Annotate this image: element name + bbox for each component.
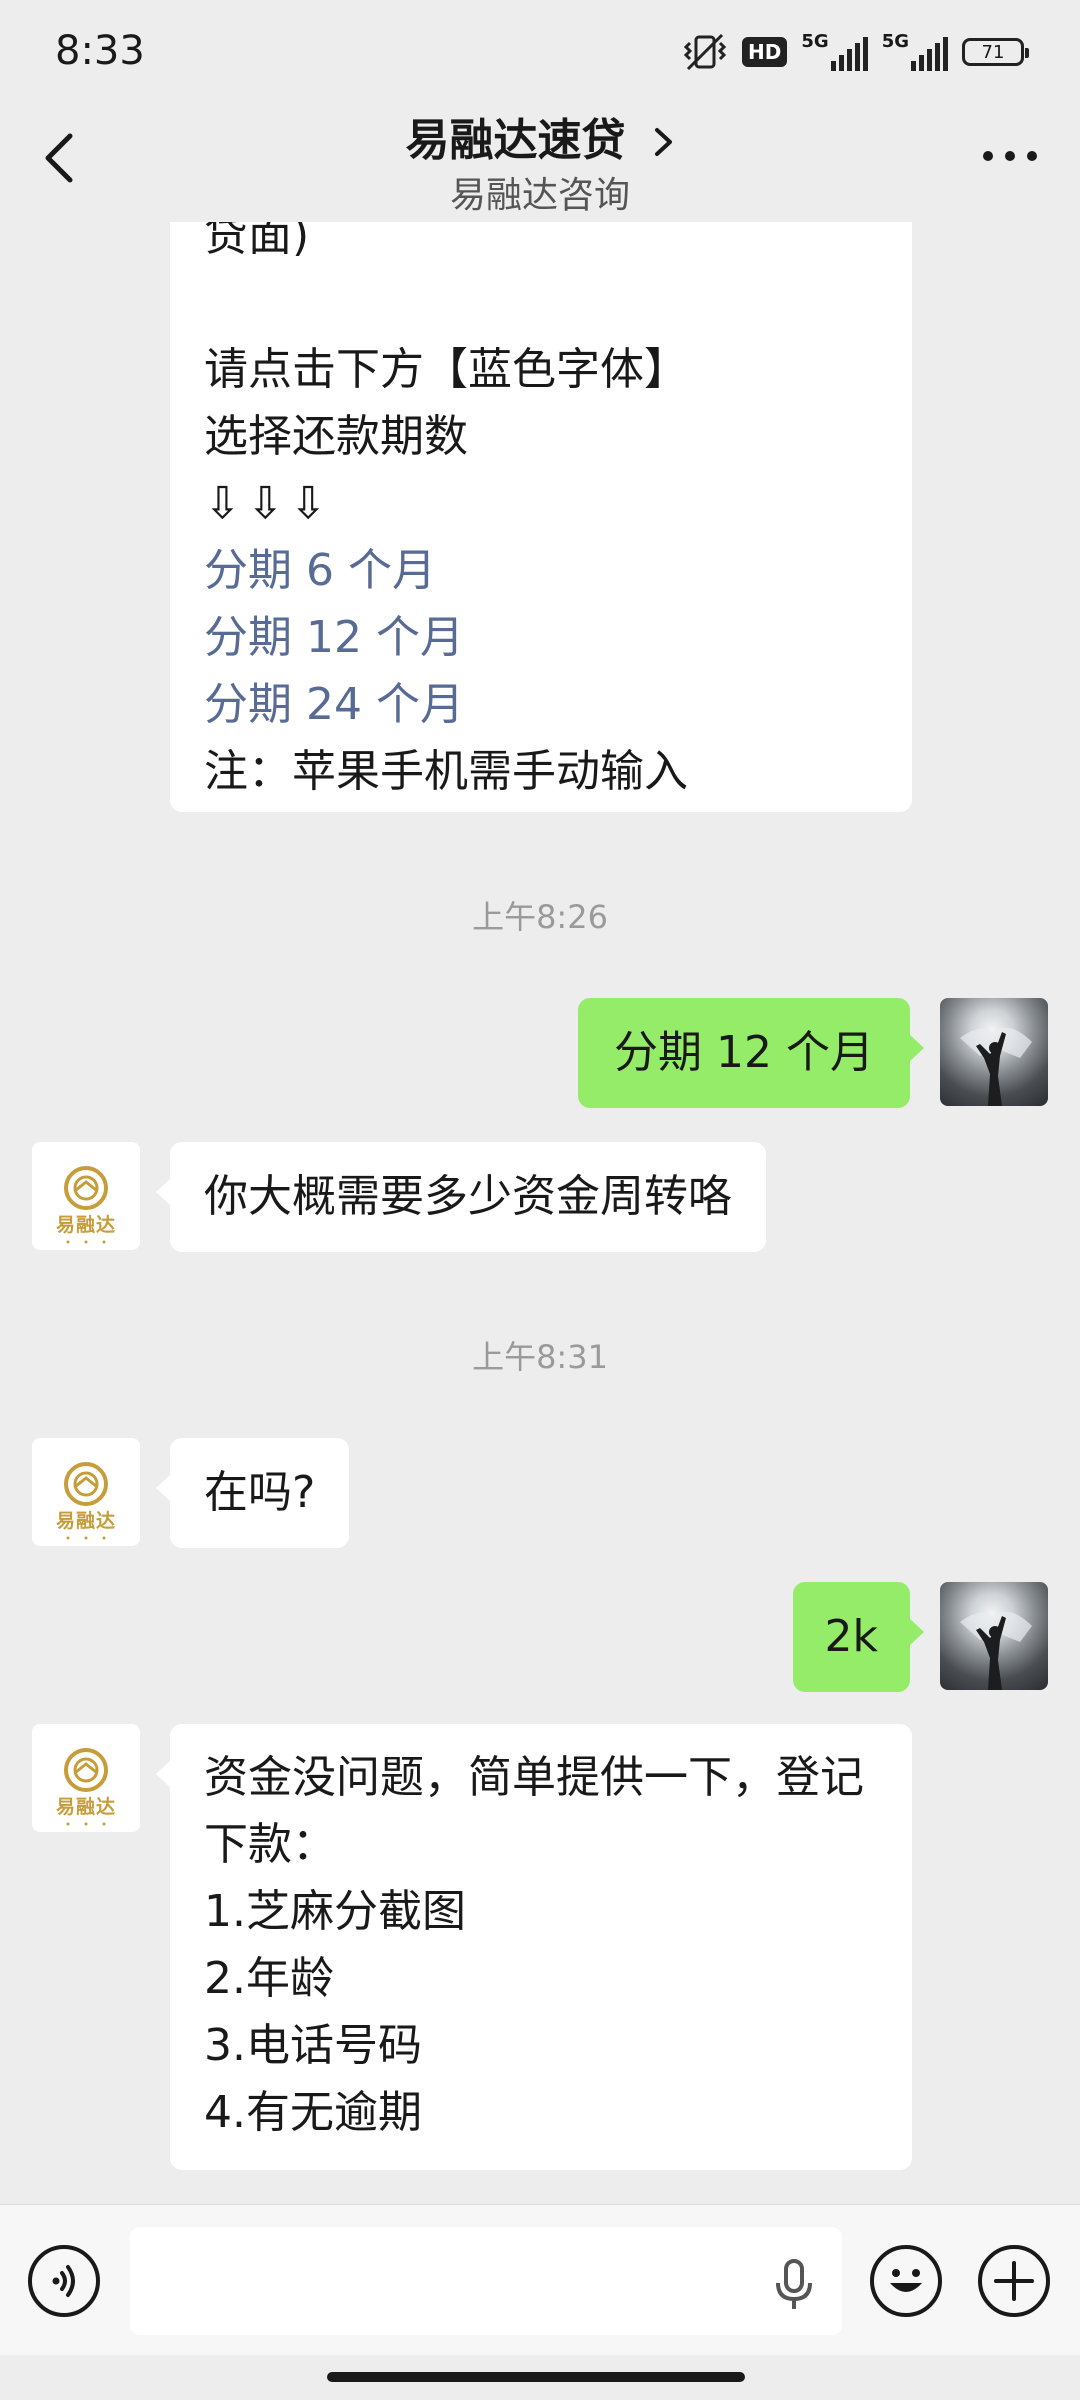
message-text: 在吗? (204, 1467, 316, 1518)
arrow-down-icons: ⇩⇩⇩ (204, 478, 333, 529)
message-bubble-incoming[interactable]: 贷面) 请点击下方【蓝色字体】 选择还款期数 ⇩⇩⇩ 分期 6 个月 分期 12… (170, 222, 912, 812)
signal-2: 5G (882, 33, 948, 71)
input-bar (0, 2204, 1080, 2355)
installment-6-link[interactable]: 分期 6 个月 (204, 537, 878, 604)
plus-icon (994, 2261, 1034, 2301)
user-avatar-image (960, 1027, 1032, 1106)
signal-bars-icon (911, 37, 948, 71)
message-line: 4.有无逾期 (204, 2087, 422, 2138)
message-line: 请点击下方【蓝色字体】 (204, 344, 688, 395)
message-line: 1.芝麻分截图 (204, 1886, 466, 1937)
hd-badge: HD (742, 37, 788, 67)
message-line (204, 269, 878, 336)
chevron-right-icon[interactable] (653, 127, 675, 157)
message-text: 分期 12 个月 (614, 1027, 874, 1078)
message-bubble-incoming[interactable]: 在吗? (155, 1438, 350, 1548)
avatar[interactable]: 易融达 (32, 1438, 140, 1546)
bot-logo-text: 易融达 (55, 1510, 116, 1532)
status-bar: 8:33 HD 5G 5G 71 (0, 0, 1080, 100)
timestamp: 上午8:31 (472, 1338, 608, 1376)
emoji-icon (890, 2269, 922, 2292)
signal-1: 5G (801, 31, 868, 71)
message-bubble-incoming[interactable]: 资金没问题，简单提供一下，登记 下款： 1.芝麻分截图 2.年龄 3.电话号码 … (156, 1724, 912, 2170)
message-line: 2.年龄 (204, 1953, 334, 2004)
more-options-button[interactable] (980, 146, 1040, 166)
bot-logo-text: 易融达 (55, 1214, 116, 1236)
emoji-button[interactable] (870, 2245, 942, 2317)
avatar[interactable]: 易融达 (32, 1724, 140, 1832)
network-label: 5G (881, 31, 909, 52)
battery-level: 71 (981, 41, 1005, 63)
installment-24-link[interactable]: 分期 24 个月 (204, 671, 878, 738)
message-text: 你大概需要多少资金周转咯 (204, 1171, 732, 1222)
vibrate-off-icon (683, 33, 727, 71)
avatar[interactable] (940, 998, 1048, 1106)
bot-logo-text: 易融达 (55, 1796, 116, 1818)
installment-12-link[interactable]: 分期 12 个月 (204, 604, 878, 671)
chat-title[interactable]: 易融达速贷 (405, 115, 625, 166)
battery-icon: 71 (962, 38, 1029, 66)
message-text: 2k (824, 1611, 878, 1662)
signal-bars-icon (830, 37, 868, 71)
mic-icon[interactable] (772, 2257, 816, 2311)
message-line: 下款： (204, 1819, 336, 1870)
chat-subtitle: 易融达咨询 (449, 175, 630, 216)
message-line: 3.电话号码 (204, 2020, 422, 2071)
home-indicator[interactable] (327, 2372, 745, 2382)
message-line: 资金没问题，简单提供一下，登记 (204, 1752, 864, 1803)
status-time: 8:33 (55, 28, 145, 74)
message-input[interactable] (130, 2227, 842, 2335)
avatar[interactable] (940, 1582, 1048, 1690)
status-icons: HD 5G 5G 71 (682, 30, 1029, 74)
avatar[interactable]: 易融达 (32, 1142, 140, 1250)
more-functions-button[interactable] (978, 2245, 1050, 2317)
voice-icon (52, 2265, 75, 2297)
chat-header: 易融达速贷 易融达咨询 (0, 100, 1080, 222)
message-line: 贷面) (204, 222, 310, 261)
message-bubble-outgoing[interactable]: 2k (792, 1582, 925, 1692)
chat-title-link[interactable]: 易融达速贷 (0, 104, 1080, 168)
message-list[interactable]: 贷面) 请点击下方【蓝色字体】 选择还款期数 ⇩⇩⇩ 分期 6 个月 分期 12… (0, 222, 1080, 2204)
voice-input-button[interactable] (28, 2245, 100, 2317)
message-note: 注：苹果手机需手动输入 (204, 746, 688, 797)
timestamp: 上午8:26 (472, 898, 608, 936)
message-bubble-incoming[interactable]: 你大概需要多少资金周转咯 (156, 1142, 766, 1252)
user-avatar-image (960, 1611, 1032, 1690)
message-line: 选择还款期数 (204, 411, 468, 462)
network-label: 5G (801, 31, 829, 52)
message-bubble-outgoing[interactable]: 分期 12 个月 (578, 998, 924, 1108)
